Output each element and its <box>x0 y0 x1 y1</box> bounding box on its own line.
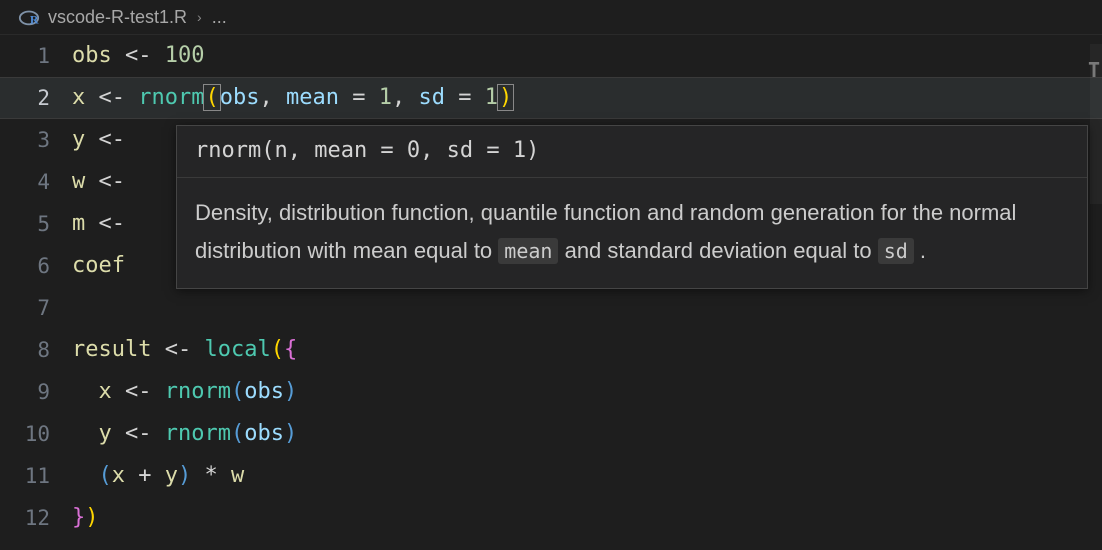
gutter-line-number: 8 <box>0 329 72 371</box>
code-content[interactable]: y <- <box>72 119 125 161</box>
r-language-icon: R <box>18 6 40 28</box>
gutter-line-number: 3 <box>0 119 72 161</box>
code-line: 2 x <- rnorm(obs, mean = 1, sd = 1) <box>0 77 1102 119</box>
gutter-line-number: 11 <box>0 455 72 497</box>
code-content[interactable]: (x + y) * w <box>72 455 244 497</box>
hover-tooltip: rnorm(n, mean = 0, sd = 1) Density, dist… <box>176 125 1088 289</box>
code-line: 1 obs <- 100 <box>0 35 1102 77</box>
gutter-line-number: 6 <box>0 245 72 287</box>
code-content[interactable]: m <- <box>72 203 125 245</box>
breadcrumb-rest[interactable]: ... <box>212 7 227 28</box>
gutter-line-number: 10 <box>0 413 72 455</box>
scrollbar-thumb[interactable] <box>1090 44 1102 204</box>
svg-text:R: R <box>30 12 39 26</box>
close-paren-icon: ) <box>497 84 514 111</box>
code-content[interactable]: coef <box>72 245 125 287</box>
code-content[interactable]: obs <- 100 <box>72 35 205 77</box>
code-content[interactable]: w <- <box>72 161 125 203</box>
gutter-line-number: 1 <box>0 35 72 77</box>
gutter-line-number: 2 <box>0 77 72 119</box>
code-literal-sd: sd <box>878 238 914 264</box>
code-line: 9 x <- rnorm(obs) <box>0 371 1102 413</box>
open-paren-icon: ( <box>203 84 220 111</box>
code-content[interactable]: }) <box>72 497 99 539</box>
chevron-right-icon: › <box>197 9 202 25</box>
gutter-line-number: 5 <box>0 203 72 245</box>
gutter-line-number: 9 <box>0 371 72 413</box>
code-content[interactable]: y <- rnorm(obs) <box>72 413 297 455</box>
code-content[interactable]: x <- rnorm(obs) <box>72 371 297 413</box>
hover-signature: rnorm(n, mean = 0, sd = 1) <box>177 126 1087 178</box>
code-line: 11 (x + y) * w <box>0 455 1102 497</box>
code-line: 8 result <- local({ <box>0 329 1102 371</box>
code-content[interactable]: x <- rnorm(obs, mean = 1, sd = 1) <box>72 77 513 119</box>
code-line: 7 <box>0 287 1102 329</box>
code-line: 10 y <- rnorm(obs) <box>0 413 1102 455</box>
code-line: 12 }) <box>0 497 1102 539</box>
gutter-line-number: 12 <box>0 497 72 539</box>
breadcrumb[interactable]: R vscode-R-test1.R › ... <box>0 0 1102 35</box>
breadcrumb-filename[interactable]: vscode-R-test1.R <box>48 7 187 28</box>
code-content[interactable]: result <- local({ <box>72 329 297 371</box>
code-literal-mean: mean <box>498 238 558 264</box>
hover-documentation: Density, distribution function, quantile… <box>177 178 1087 288</box>
gutter-line-number: 4 <box>0 161 72 203</box>
gutter-line-number: 7 <box>0 287 72 329</box>
